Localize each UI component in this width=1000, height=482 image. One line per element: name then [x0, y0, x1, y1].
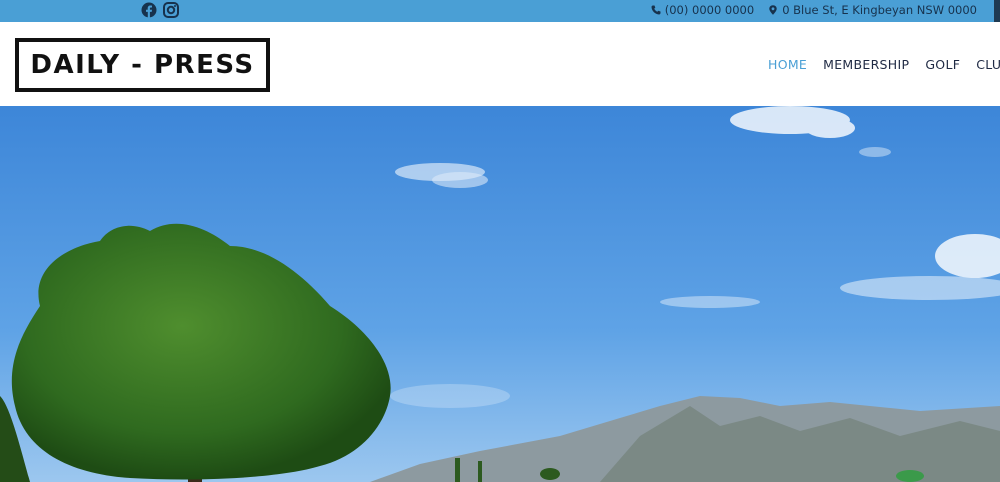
social-links	[141, 2, 179, 18]
phone-item[interactable]: (00) 0000 0000	[651, 3, 754, 17]
nav-membership[interactable]: MEMBERSHIP	[823, 57, 909, 72]
topbar-edge	[994, 0, 1000, 22]
hero-image	[0, 106, 1000, 482]
instagram-icon[interactable]	[163, 2, 179, 18]
phone-icon	[651, 5, 661, 15]
hero-landscape	[0, 106, 1000, 482]
site-header: DAILY - PRESS HOME MEMBERSHIP GOLF CLUB	[0, 22, 1000, 106]
phone-number: (00) 0000 0000	[664, 3, 755, 17]
address-item[interactable]: 0 Blue St, E Kingbeyan NSW 0000	[768, 3, 977, 17]
nav-club[interactable]: CLUB	[976, 57, 1000, 72]
nav-home[interactable]: HOME	[768, 57, 807, 72]
nav-golf[interactable]: GOLF	[925, 57, 960, 72]
address-text: 0 Blue St, E Kingbeyan NSW 0000	[782, 3, 977, 17]
main-nav: HOME MEMBERSHIP GOLF CLUB	[768, 57, 1000, 72]
top-bar: (00) 0000 0000 0 Blue St, E Kingbeyan NS…	[0, 0, 1000, 22]
site-logo[interactable]: DAILY - PRESS	[15, 38, 270, 92]
map-marker-icon	[769, 5, 777, 15]
facebook-icon[interactable]	[141, 2, 157, 18]
contact-info: (00) 0000 0000 0 Blue St, E Kingbeyan NS…	[651, 3, 977, 17]
